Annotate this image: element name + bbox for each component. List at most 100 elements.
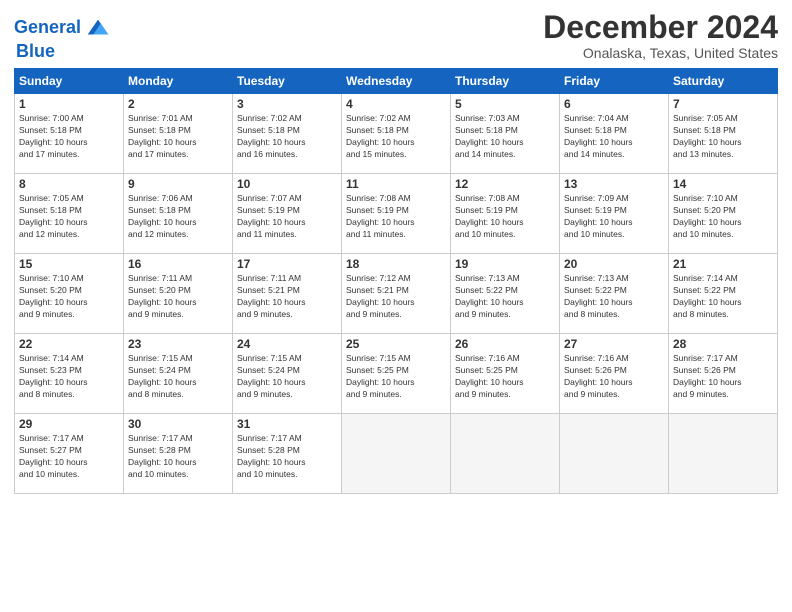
calendar-cell: 18 Sunrise: 7:12 AMSunset: 5:21 PMDaylig… (342, 254, 451, 334)
month-title: December 2024 (543, 10, 778, 45)
day-info: Sunrise: 7:11 AMSunset: 5:21 PMDaylight:… (237, 273, 306, 319)
calendar-cell: 8 Sunrise: 7:05 AMSunset: 5:18 PMDayligh… (15, 174, 124, 254)
day-info: Sunrise: 7:04 AMSunset: 5:18 PMDaylight:… (564, 113, 633, 159)
day-number: 28 (673, 337, 773, 351)
day-info: Sunrise: 7:14 AMSunset: 5:23 PMDaylight:… (19, 353, 88, 399)
day-info: Sunrise: 7:10 AMSunset: 5:20 PMDaylight:… (673, 193, 742, 239)
day-number: 17 (237, 257, 337, 271)
calendar-cell: 20 Sunrise: 7:13 AMSunset: 5:22 PMDaylig… (560, 254, 669, 334)
day-info: Sunrise: 7:14 AMSunset: 5:22 PMDaylight:… (673, 273, 742, 319)
calendar-table: SundayMondayTuesdayWednesdayThursdayFrid… (14, 68, 778, 494)
day-number: 14 (673, 177, 773, 191)
calendar-cell: 19 Sunrise: 7:13 AMSunset: 5:22 PMDaylig… (451, 254, 560, 334)
calendar-cell: 17 Sunrise: 7:11 AMSunset: 5:21 PMDaylig… (233, 254, 342, 334)
calendar-cell: 24 Sunrise: 7:15 AMSunset: 5:24 PMDaylig… (233, 334, 342, 414)
day-number: 11 (346, 177, 446, 191)
title-block: December 2024 Onalaska, Texas, United St… (543, 10, 778, 61)
day-number: 22 (19, 337, 119, 351)
day-info: Sunrise: 7:11 AMSunset: 5:20 PMDaylight:… (128, 273, 197, 319)
day-number: 16 (128, 257, 228, 271)
day-info: Sunrise: 7:15 AMSunset: 5:24 PMDaylight:… (128, 353, 197, 399)
day-info: Sunrise: 7:01 AMSunset: 5:18 PMDaylight:… (128, 113, 197, 159)
calendar-header-saturday: Saturday (669, 69, 778, 94)
day-info: Sunrise: 7:06 AMSunset: 5:18 PMDaylight:… (128, 193, 197, 239)
calendar-cell: 26 Sunrise: 7:16 AMSunset: 5:25 PMDaylig… (451, 334, 560, 414)
calendar-cell: 28 Sunrise: 7:17 AMSunset: 5:26 PMDaylig… (669, 334, 778, 414)
day-info: Sunrise: 7:00 AMSunset: 5:18 PMDaylight:… (19, 113, 88, 159)
page-container: General Blue December 2024 Onalaska, Tex… (0, 0, 792, 504)
day-number: 10 (237, 177, 337, 191)
calendar-cell (342, 414, 451, 494)
day-number: 18 (346, 257, 446, 271)
calendar-header-thursday: Thursday (451, 69, 560, 94)
day-info: Sunrise: 7:10 AMSunset: 5:20 PMDaylight:… (19, 273, 88, 319)
day-info: Sunrise: 7:15 AMSunset: 5:25 PMDaylight:… (346, 353, 415, 399)
calendar-cell: 6 Sunrise: 7:04 AMSunset: 5:18 PMDayligh… (560, 94, 669, 174)
calendar-week-1: 1 Sunrise: 7:00 AMSunset: 5:18 PMDayligh… (15, 94, 778, 174)
calendar-cell (560, 414, 669, 494)
calendar-week-2: 8 Sunrise: 7:05 AMSunset: 5:18 PMDayligh… (15, 174, 778, 254)
calendar-header-monday: Monday (124, 69, 233, 94)
day-info: Sunrise: 7:16 AMSunset: 5:26 PMDaylight:… (564, 353, 633, 399)
header: General Blue December 2024 Onalaska, Tex… (14, 10, 778, 62)
day-number: 26 (455, 337, 555, 351)
calendar-week-3: 15 Sunrise: 7:10 AMSunset: 5:20 PMDaylig… (15, 254, 778, 334)
calendar-header-friday: Friday (560, 69, 669, 94)
calendar-cell: 27 Sunrise: 7:16 AMSunset: 5:26 PMDaylig… (560, 334, 669, 414)
day-number: 3 (237, 97, 337, 111)
calendar-week-5: 29 Sunrise: 7:17 AMSunset: 5:27 PMDaylig… (15, 414, 778, 494)
day-number: 2 (128, 97, 228, 111)
calendar-cell: 16 Sunrise: 7:11 AMSunset: 5:20 PMDaylig… (124, 254, 233, 334)
day-info: Sunrise: 7:12 AMSunset: 5:21 PMDaylight:… (346, 273, 415, 319)
calendar-cell: 23 Sunrise: 7:15 AMSunset: 5:24 PMDaylig… (124, 334, 233, 414)
calendar-cell (669, 414, 778, 494)
day-number: 27 (564, 337, 664, 351)
calendar-week-4: 22 Sunrise: 7:14 AMSunset: 5:23 PMDaylig… (15, 334, 778, 414)
calendar-cell: 4 Sunrise: 7:02 AMSunset: 5:18 PMDayligh… (342, 94, 451, 174)
calendar-cell: 10 Sunrise: 7:07 AMSunset: 5:19 PMDaylig… (233, 174, 342, 254)
day-number: 23 (128, 337, 228, 351)
day-number: 20 (564, 257, 664, 271)
day-info: Sunrise: 7:09 AMSunset: 5:19 PMDaylight:… (564, 193, 633, 239)
calendar-cell: 1 Sunrise: 7:00 AMSunset: 5:18 PMDayligh… (15, 94, 124, 174)
day-number: 4 (346, 97, 446, 111)
day-info: Sunrise: 7:08 AMSunset: 5:19 PMDaylight:… (455, 193, 524, 239)
day-info: Sunrise: 7:17 AMSunset: 5:27 PMDaylight:… (19, 433, 88, 479)
day-info: Sunrise: 7:17 AMSunset: 5:26 PMDaylight:… (673, 353, 742, 399)
day-info: Sunrise: 7:13 AMSunset: 5:22 PMDaylight:… (564, 273, 633, 319)
day-info: Sunrise: 7:13 AMSunset: 5:22 PMDaylight:… (455, 273, 524, 319)
calendar-cell: 15 Sunrise: 7:10 AMSunset: 5:20 PMDaylig… (15, 254, 124, 334)
logo-text-blue: Blue (16, 41, 55, 61)
logo-text: General (14, 18, 81, 38)
calendar-cell: 7 Sunrise: 7:05 AMSunset: 5:18 PMDayligh… (669, 94, 778, 174)
calendar-header-row: SundayMondayTuesdayWednesdayThursdayFrid… (15, 69, 778, 94)
day-info: Sunrise: 7:02 AMSunset: 5:18 PMDaylight:… (237, 113, 306, 159)
calendar-cell (451, 414, 560, 494)
day-info: Sunrise: 7:15 AMSunset: 5:24 PMDaylight:… (237, 353, 306, 399)
calendar-cell: 31 Sunrise: 7:17 AMSunset: 5:28 PMDaylig… (233, 414, 342, 494)
day-number: 21 (673, 257, 773, 271)
day-number: 8 (19, 177, 119, 191)
day-number: 6 (564, 97, 664, 111)
day-number: 19 (455, 257, 555, 271)
day-info: Sunrise: 7:17 AMSunset: 5:28 PMDaylight:… (128, 433, 197, 479)
calendar-cell: 2 Sunrise: 7:01 AMSunset: 5:18 PMDayligh… (124, 94, 233, 174)
calendar-cell: 22 Sunrise: 7:14 AMSunset: 5:23 PMDaylig… (15, 334, 124, 414)
calendar-cell: 25 Sunrise: 7:15 AMSunset: 5:25 PMDaylig… (342, 334, 451, 414)
day-number: 29 (19, 417, 119, 431)
day-info: Sunrise: 7:08 AMSunset: 5:19 PMDaylight:… (346, 193, 415, 239)
day-number: 13 (564, 177, 664, 191)
calendar-cell: 9 Sunrise: 7:06 AMSunset: 5:18 PMDayligh… (124, 174, 233, 254)
logo: General Blue (14, 14, 112, 62)
day-number: 1 (19, 97, 119, 111)
calendar-header-sunday: Sunday (15, 69, 124, 94)
day-info: Sunrise: 7:02 AMSunset: 5:18 PMDaylight:… (346, 113, 415, 159)
day-number: 5 (455, 97, 555, 111)
calendar-cell: 5 Sunrise: 7:03 AMSunset: 5:18 PMDayligh… (451, 94, 560, 174)
day-number: 25 (346, 337, 446, 351)
day-number: 24 (237, 337, 337, 351)
day-number: 31 (237, 417, 337, 431)
calendar-cell: 13 Sunrise: 7:09 AMSunset: 5:19 PMDaylig… (560, 174, 669, 254)
day-info: Sunrise: 7:17 AMSunset: 5:28 PMDaylight:… (237, 433, 306, 479)
day-number: 15 (19, 257, 119, 271)
